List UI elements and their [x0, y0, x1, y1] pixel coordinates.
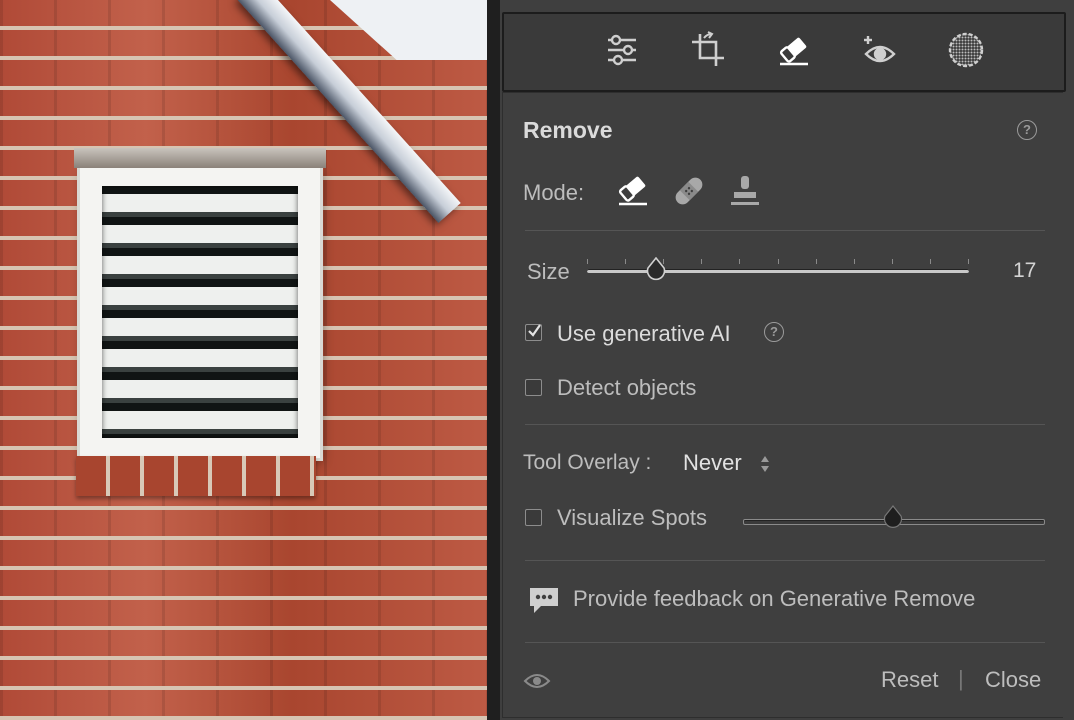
crop-icon[interactable] [686, 28, 730, 72]
divider [525, 230, 1045, 231]
remove-mode-icon[interactable] [613, 171, 653, 211]
feedback-icon[interactable] [527, 585, 561, 617]
sky-area [330, 0, 487, 60]
size-value[interactable]: 17 [1013, 259, 1036, 283]
remove-panel: Remove ? Mode: Size 17 Use generative AI… [500, 0, 1074, 720]
visualize-spots-label[interactable]: Visualize Spots [557, 505, 707, 531]
slider-tick [891, 259, 893, 264]
slider-tick [815, 259, 817, 264]
masking-icon[interactable] [944, 28, 988, 72]
edit-sliders-icon[interactable] [600, 28, 644, 72]
mode-label: Mode: [523, 180, 585, 205]
visualize-spots-thumb[interactable] [882, 505, 904, 529]
visualize-spots-checkbox[interactable] [525, 509, 542, 526]
slider-tick [587, 259, 588, 264]
remove-eraser-icon[interactable] [772, 28, 816, 72]
remove-section: Remove ? Mode: Size 17 Use generative AI… [502, 92, 1063, 718]
vent-louvers [102, 186, 298, 438]
use-generative-ai-checkbox[interactable] [525, 324, 542, 341]
reset-button[interactable]: Reset [881, 667, 938, 693]
visualize-spots-slider[interactable] [743, 505, 1045, 533]
slider-tick [968, 259, 969, 264]
section-title: Remove [523, 117, 613, 143]
size-slider-thumb[interactable] [645, 256, 667, 281]
slider-tick [701, 259, 703, 264]
close-button[interactable]: Close [985, 667, 1041, 693]
select-stepper-icon[interactable] [759, 454, 771, 474]
slider-tick [853, 259, 855, 264]
help-icon[interactable]: ? [1017, 120, 1037, 140]
red-eye-icon[interactable] [858, 28, 902, 72]
divider [525, 642, 1045, 643]
eye-icon[interactable] [523, 671, 551, 691]
footer-separator: | [958, 666, 964, 691]
gable-vent [74, 148, 326, 458]
tool-overlay-label: Tool Overlay : [523, 451, 652, 474]
detect-objects-label[interactable]: Detect objects [557, 375, 696, 401]
tool-overlay-select[interactable]: Never [683, 450, 742, 476]
photo-canvas[interactable] [0, 0, 487, 720]
vent-brick-sill [76, 456, 316, 496]
size-slider[interactable] [587, 256, 969, 283]
tool-strip [502, 12, 1066, 92]
feedback-link[interactable]: Provide feedback on Generative Remove [573, 586, 975, 612]
vent-header [74, 148, 326, 168]
panel-divider [487, 0, 500, 720]
detect-objects-checkbox[interactable] [525, 379, 542, 396]
size-label: Size [527, 259, 570, 284]
divider [525, 560, 1045, 561]
divider [525, 424, 1045, 425]
clone-mode-icon[interactable] [725, 171, 765, 211]
slider-tick [739, 259, 741, 264]
slider-tick [777, 259, 779, 264]
use-generative-ai-label[interactable]: Use generative AI [557, 321, 731, 347]
slider-tick [625, 259, 627, 264]
slider-tick [929, 259, 931, 264]
heal-mode-icon[interactable] [669, 171, 709, 211]
generative-ai-help-icon[interactable]: ? [764, 322, 784, 342]
